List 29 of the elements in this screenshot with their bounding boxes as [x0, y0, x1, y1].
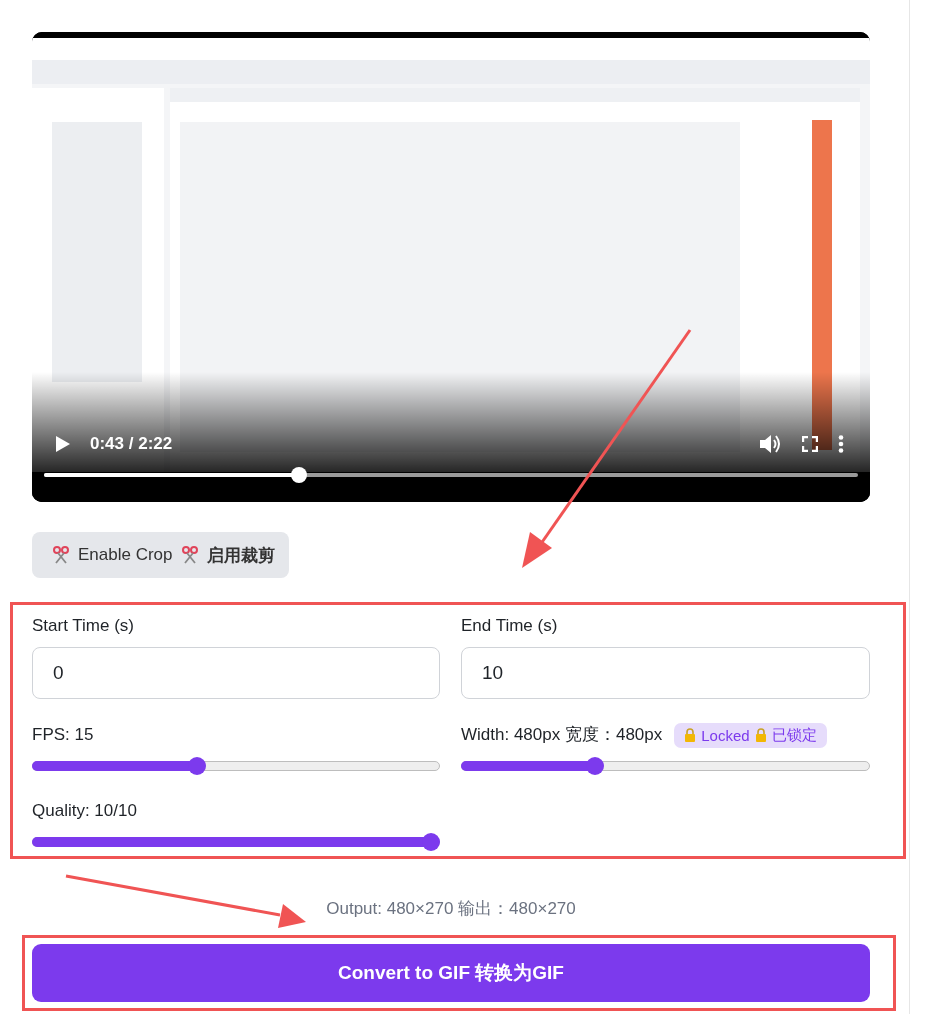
slider-thumb[interactable] [422, 833, 440, 851]
scissors-icon [52, 546, 70, 564]
lock-icon [684, 728, 697, 742]
field-label: Start Time (s) [32, 615, 135, 637]
badge-text: Locked [701, 726, 750, 744]
more-icon[interactable] [838, 435, 844, 453]
slider[interactable] [32, 833, 440, 851]
fullscreen-icon[interactable] [802, 436, 818, 452]
slider-label: Quality: 10/10 [32, 800, 137, 822]
number-input[interactable]: 10 [461, 647, 870, 699]
badge-text: 已锁定 [771, 725, 817, 745]
scissors-icon [180, 546, 199, 564]
number-input[interactable]: 0 [32, 647, 440, 699]
slider-thumb[interactable] [586, 757, 605, 775]
field-label: End Time (s) [461, 615, 559, 637]
convert-button[interactable]: Convert to GIF 转换为GIF [32, 944, 870, 1002]
video-time: 0:43 / 2:22 [90, 434, 173, 454]
video-player[interactable]: 0:43 / 2:22 [32, 32, 870, 502]
enable-crop-button[interactable]: Enable Crop 启用裁剪 [32, 532, 289, 578]
volume-icon[interactable] [760, 434, 782, 454]
slider-label: Width: 480px 宽度：480px [461, 724, 663, 746]
output-size-text: Output: 480×270 输出：480×270 [325, 898, 577, 920]
video-progress-bar[interactable] [44, 467, 858, 483]
lock-icon [754, 728, 767, 742]
play-icon[interactable] [56, 436, 70, 452]
slider[interactable] [32, 757, 440, 775]
slider-thumb[interactable] [188, 757, 206, 775]
slider-label: FPS: 15 [32, 724, 94, 746]
slider[interactable] [461, 757, 870, 775]
